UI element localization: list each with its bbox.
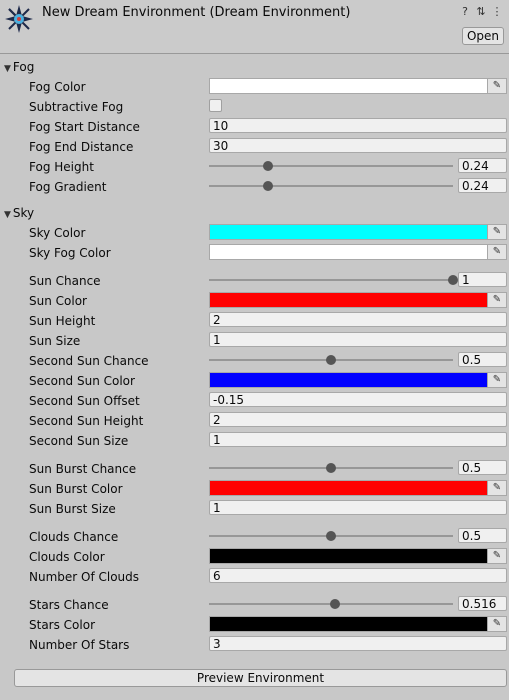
inspector-title: New Dream Environment (Dream Environment… bbox=[42, 5, 351, 20]
sky-foldout[interactable]: ▼ Sky bbox=[4, 206, 34, 220]
fog-height-label: Fog Height bbox=[29, 160, 94, 174]
stars-chance-label: Stars Chance bbox=[29, 598, 109, 612]
open-button[interactable]: Open bbox=[462, 27, 504, 45]
sun-burst-color-swatch[interactable] bbox=[210, 481, 488, 495]
stars-chance-value[interactable]: 0.516 bbox=[458, 596, 507, 611]
help-icon[interactable]: ? bbox=[459, 5, 471, 18]
foldout-arrow-icon: ▼ bbox=[4, 210, 11, 220]
second-sun-color-field[interactable]: ✎ bbox=[209, 372, 507, 388]
slider-thumb[interactable] bbox=[326, 463, 336, 473]
stars-color-label: Stars Color bbox=[29, 618, 96, 632]
clouds-chance-label: Clouds Chance bbox=[29, 530, 119, 544]
eyedropper-icon[interactable]: ✎ bbox=[487, 549, 506, 563]
fog-start-distance-input[interactable]: 10 bbox=[209, 118, 507, 133]
eyedropper-icon[interactable]: ✎ bbox=[487, 481, 506, 495]
more-icon[interactable]: ⋮ bbox=[491, 5, 503, 18]
number-of-stars-input[interactable]: 3 bbox=[209, 636, 507, 651]
sun-burst-color-field[interactable]: ✎ bbox=[209, 480, 507, 496]
eyedropper-icon[interactable]: ✎ bbox=[487, 79, 506, 93]
slider-thumb[interactable] bbox=[262, 181, 273, 191]
preset-icon[interactable]: ⇅ bbox=[475, 5, 487, 18]
sun-size-input[interactable]: 1 bbox=[209, 332, 507, 347]
sun-height-label: Sun Height bbox=[29, 314, 96, 328]
sun-size-label: Sun Size bbox=[29, 334, 81, 348]
fog-end-distance-input[interactable]: 30 bbox=[209, 138, 507, 153]
stars-chance-slider[interactable] bbox=[209, 599, 453, 609]
clouds-color-label: Clouds Color bbox=[29, 550, 105, 564]
second-sun-offset-label: Second Sun Offset bbox=[29, 394, 140, 408]
second-sun-size-input[interactable]: 1 bbox=[209, 432, 507, 447]
slider-thumb[interactable] bbox=[448, 275, 458, 285]
number-of-clouds-label: Number Of Clouds bbox=[29, 570, 140, 584]
second-sun-height-input[interactable]: 2 bbox=[209, 412, 507, 427]
eyedropper-icon[interactable]: ✎ bbox=[487, 225, 506, 239]
eyedropper-icon[interactable]: ✎ bbox=[487, 245, 506, 259]
clouds-color-field[interactable]: ✎ bbox=[209, 548, 507, 564]
sky-color-swatch[interactable] bbox=[210, 225, 488, 239]
second-sun-color-label: Second Sun Color bbox=[29, 374, 135, 388]
fog-gradient-value[interactable]: 0.24 bbox=[458, 178, 507, 193]
fog-height-value[interactable]: 0.24 bbox=[458, 158, 507, 173]
eyedropper-icon[interactable]: ✎ bbox=[487, 617, 506, 631]
sky-fog-color-field[interactable]: ✎ bbox=[209, 244, 507, 260]
second-sun-chance-label: Second Sun Chance bbox=[29, 354, 149, 368]
sky-color-field[interactable]: ✎ bbox=[209, 224, 507, 240]
fog-end-distance-label: Fog End Distance bbox=[29, 140, 134, 154]
second-sun-chance-slider[interactable] bbox=[209, 355, 453, 365]
eyedropper-icon[interactable]: ✎ bbox=[487, 373, 506, 387]
stars-color-field[interactable]: ✎ bbox=[209, 616, 507, 632]
second-sun-color-swatch[interactable] bbox=[210, 373, 488, 387]
sun-height-input[interactable]: 2 bbox=[209, 312, 507, 327]
sun-color-label: Sun Color bbox=[29, 294, 87, 308]
subtractive-fog-checkbox[interactable] bbox=[209, 99, 222, 112]
sky-fog-color-swatch[interactable] bbox=[210, 245, 488, 259]
sun-color-swatch[interactable] bbox=[210, 293, 488, 307]
fog-height-slider[interactable] bbox=[209, 161, 453, 171]
clouds-chance-slider[interactable] bbox=[209, 531, 453, 541]
slider-thumb[interactable] bbox=[329, 599, 340, 609]
foldout-arrow-icon: ▼ bbox=[4, 64, 11, 74]
clouds-color-swatch[interactable] bbox=[210, 549, 488, 563]
fog-foldout[interactable]: ▼ Fog bbox=[4, 60, 34, 74]
fog-color-swatch[interactable] bbox=[210, 79, 488, 93]
preview-environment-button[interactable]: Preview Environment bbox=[14, 669, 507, 687]
sun-burst-chance-slider[interactable] bbox=[209, 463, 453, 473]
stars-color-swatch[interactable] bbox=[210, 617, 488, 631]
fog-gradient-label: Fog Gradient bbox=[29, 180, 107, 194]
sky-fog-color-label: Sky Fog Color bbox=[29, 246, 111, 260]
sun-color-field[interactable]: ✎ bbox=[209, 292, 507, 308]
sun-burst-color-label: Sun Burst Color bbox=[29, 482, 123, 496]
fog-color-label: Fog Color bbox=[29, 80, 86, 94]
number-of-stars-label: Number Of Stars bbox=[29, 638, 130, 652]
fog-color-field[interactable]: ✎ bbox=[209, 78, 507, 94]
sun-chance-label: Sun Chance bbox=[29, 274, 101, 288]
sun-burst-chance-label: Sun Burst Chance bbox=[29, 462, 137, 476]
asset-icon bbox=[5, 5, 33, 33]
sky-color-label: Sky Color bbox=[29, 226, 86, 240]
number-of-clouds-input[interactable]: 6 bbox=[209, 568, 507, 583]
clouds-chance-value[interactable]: 0.5 bbox=[458, 528, 507, 543]
fog-start-distance-label: Fog Start Distance bbox=[29, 120, 140, 134]
second-sun-height-label: Second Sun Height bbox=[29, 414, 144, 428]
sun-burst-size-label: Sun Burst Size bbox=[29, 502, 116, 516]
inspector-header: New Dream Environment (Dream Environment… bbox=[0, 0, 509, 54]
sky-section-title: Sky bbox=[12, 206, 35, 220]
sun-burst-size-input[interactable]: 1 bbox=[209, 500, 507, 515]
eyedropper-icon[interactable]: ✎ bbox=[487, 293, 506, 307]
sun-chance-slider[interactable] bbox=[209, 275, 458, 285]
slider-thumb[interactable] bbox=[326, 355, 336, 365]
sun-chance-value[interactable]: 1 bbox=[458, 272, 507, 287]
slider-thumb[interactable] bbox=[262, 161, 273, 171]
subtractive-fog-label: Subtractive Fog bbox=[29, 100, 124, 114]
second-sun-offset-input[interactable]: -0.15 bbox=[209, 392, 507, 407]
slider-thumb[interactable] bbox=[326, 531, 336, 541]
second-sun-size-label: Second Sun Size bbox=[29, 434, 129, 448]
fog-gradient-slider[interactable] bbox=[209, 181, 453, 191]
second-sun-chance-value[interactable]: 0.5 bbox=[458, 352, 507, 367]
fog-section-title: Fog bbox=[12, 60, 35, 74]
sun-burst-chance-value[interactable]: 0.5 bbox=[458, 460, 507, 475]
